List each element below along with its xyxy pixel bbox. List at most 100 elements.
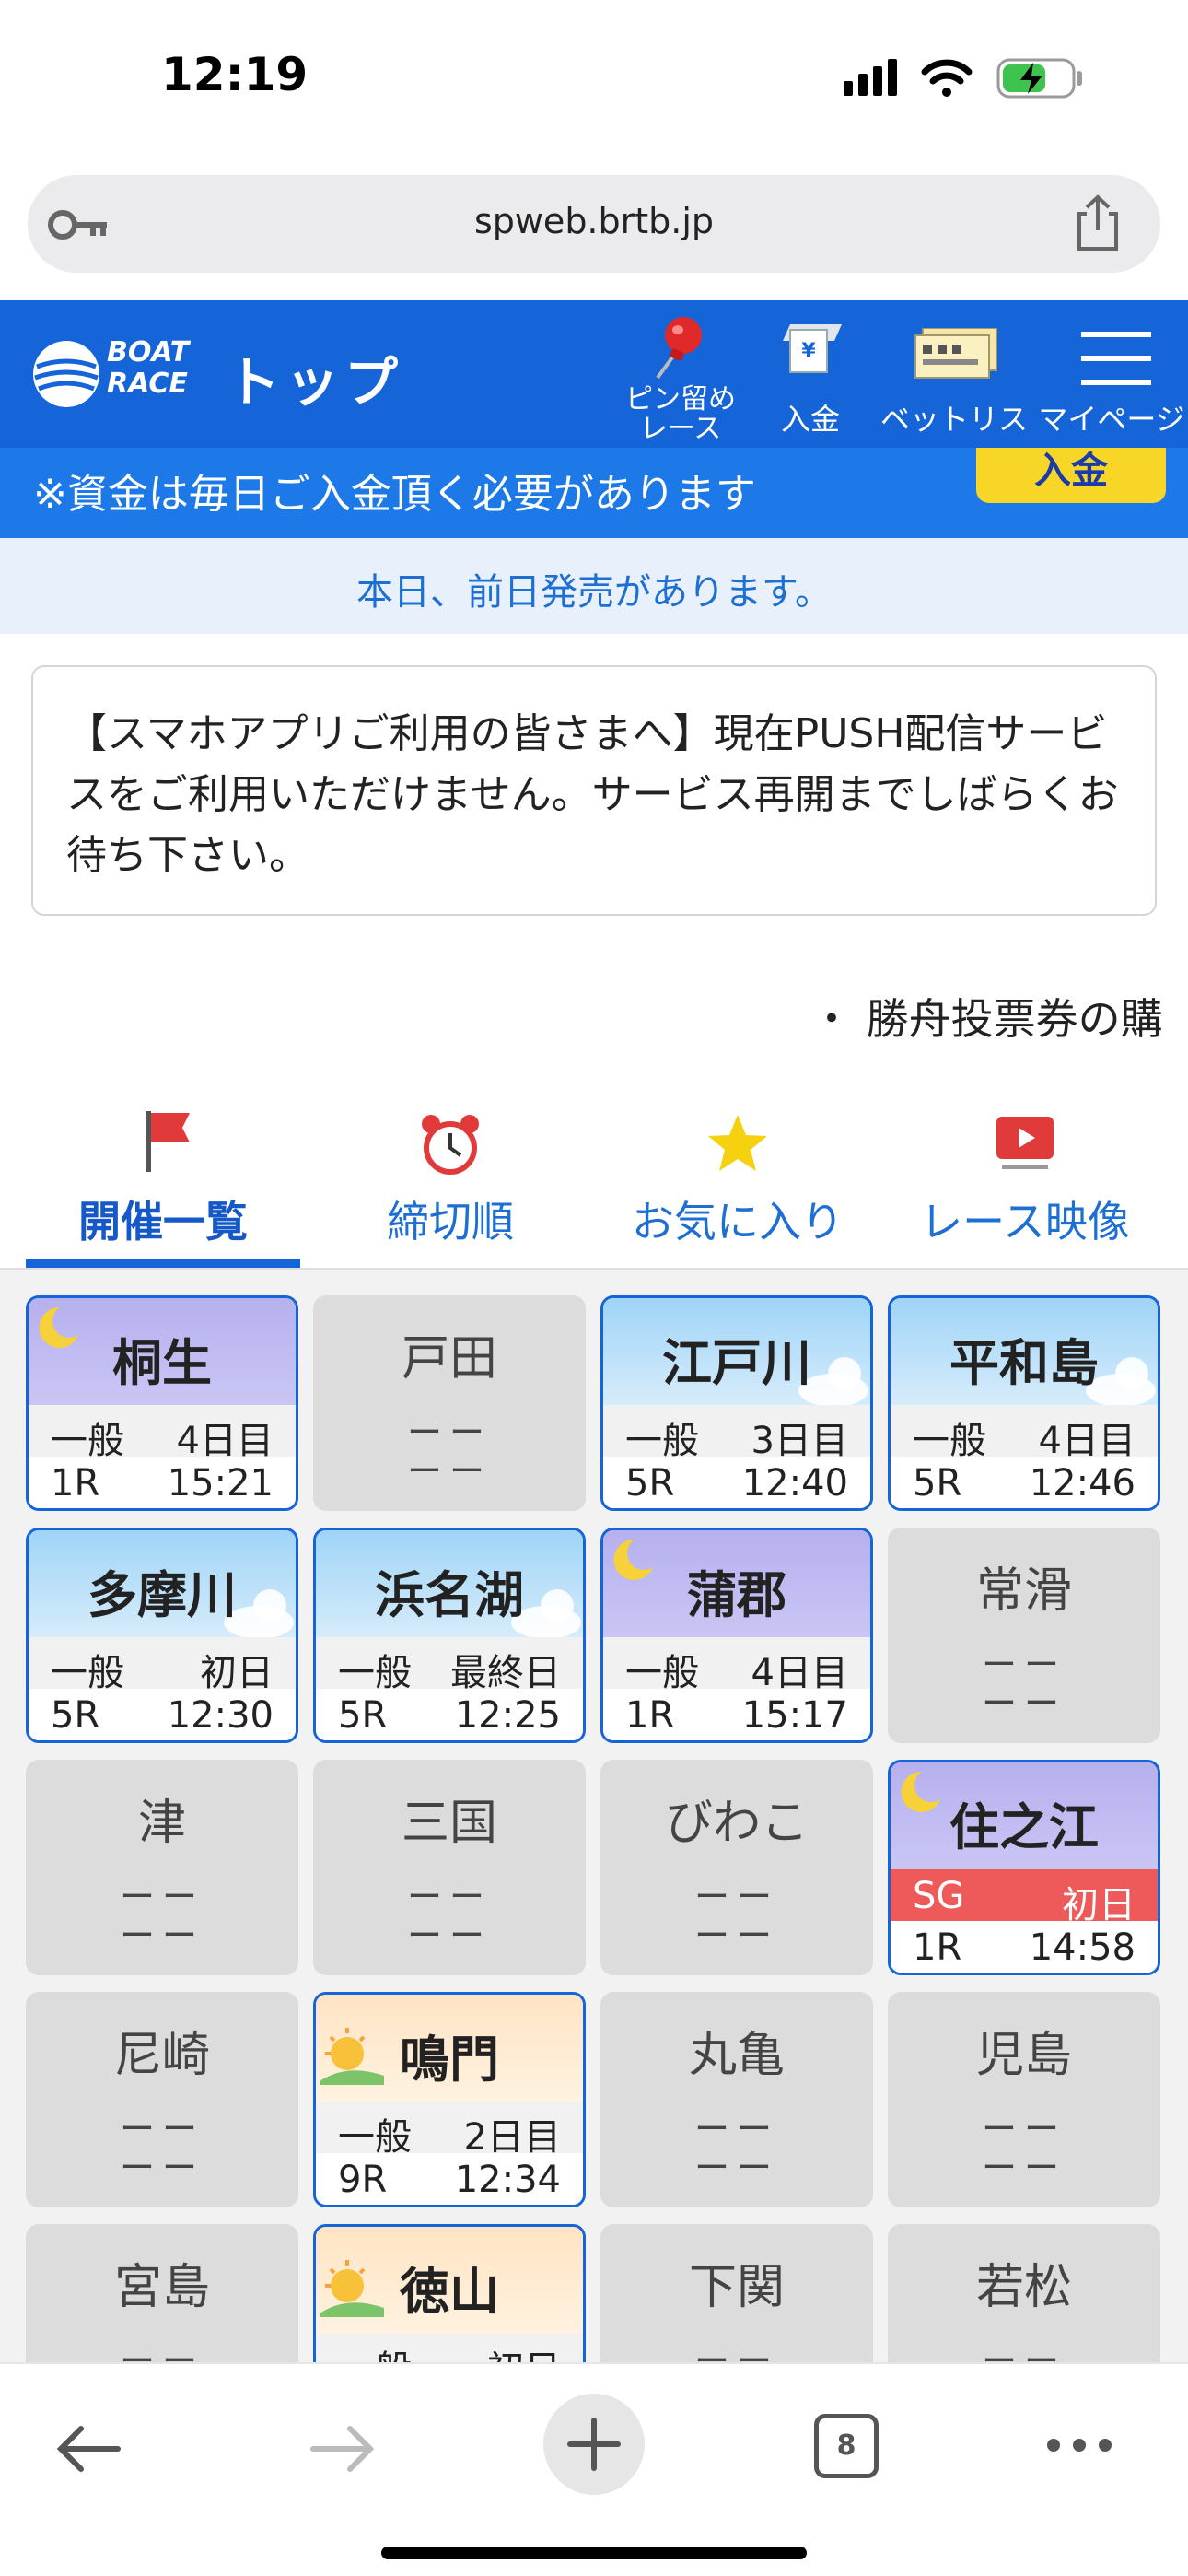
tab-venue-list-label: 開催一覧 xyxy=(78,1197,248,1247)
venue-status-line2: ーー xyxy=(406,1451,492,1492)
tab-count: 8 xyxy=(836,2430,856,2462)
deposit-button[interactable]: 入金 xyxy=(976,448,1166,503)
battery-charging-icon xyxy=(996,58,1082,99)
venue-card-closed[interactable]: 児島 ーー ーー xyxy=(888,1992,1160,2207)
status-time: 12:19 xyxy=(161,48,309,101)
back-arrow-icon[interactable] xyxy=(55,2423,122,2475)
venue-grade-row: 一般 4日目 xyxy=(29,1405,296,1462)
venue-card-closed[interactable]: 宮島ーーーー xyxy=(26,2224,298,2364)
venue-card-open[interactable]: 住之江 SG 初日 1R 14:58 xyxy=(888,1760,1160,1975)
venue-grade-row: 一般初日 xyxy=(29,1637,296,1694)
venue-grade-row: 一般 3日目 xyxy=(603,1405,870,1462)
venue-card-closed[interactable]: 常滑 ーー ーー xyxy=(888,1528,1160,1743)
venue-card-header: 浜名湖 xyxy=(316,1530,583,1637)
venue-grade-row: 一般 2日目 xyxy=(316,2102,583,2159)
venue-status-line2: ーー xyxy=(693,2148,779,2188)
venue-card-closed[interactable]: 戸田 ーー ーー xyxy=(313,1295,586,1511)
venue-name: 徳山 xyxy=(400,2263,499,2321)
venue-race-row: 1R 14:58 xyxy=(891,1921,1158,1973)
venue-card-closed[interactable]: 若松ーーーー xyxy=(888,2224,1160,2364)
tab-venue-list[interactable]: 開催一覧 xyxy=(26,1106,300,1271)
venue-name: 江戸川 xyxy=(662,1334,811,1392)
url-text: spweb.brtb.jp xyxy=(473,201,715,241)
venue-card-open[interactable]: 多摩川 一般 初日 5R 12:30 xyxy=(26,1528,298,1743)
venue-card-header: 住之江 xyxy=(891,1762,1158,1869)
ticket-icon xyxy=(914,328,997,379)
venue-grade-row: 一般 4日目 xyxy=(603,1637,870,1694)
tab-race-video[interactable]: レース映像 xyxy=(888,1106,1162,1271)
venue-card-open[interactable]: 桐生一般 4日目 1R 15:21 xyxy=(26,1295,298,1511)
menu-icon xyxy=(1081,332,1151,385)
news-ticker[interactable]: ・ 勝舟投票券の購 xyxy=(810,986,1163,1047)
venue-name: 常滑 xyxy=(975,1563,1072,1619)
venue-grid: 桐生 一般 4日目 1R 15:21 戸田 ーー ーー 江戸川 一般 3日目 5R 12:40 平和島 一般… xyxy=(0,1270,1188,2364)
venue-card-open[interactable]: 鳴門 一般 2日目 9R 12:34 xyxy=(313,1992,586,2207)
venue-deadline: 15:21 xyxy=(167,1462,274,1505)
venue-name: 丸亀 xyxy=(688,2028,785,2083)
tab-favorites[interactable]: お気に入り xyxy=(600,1106,875,1271)
venue-card-open[interactable]: 平和島 一般 4日目 5R 12:46 xyxy=(888,1295,1160,1511)
venue-card-header: 徳山 xyxy=(316,2227,583,2334)
venue-name: 下関 xyxy=(688,2260,785,2315)
tab-deadline-order[interactable]: 締切順 xyxy=(313,1106,588,1271)
logo-mark-icon xyxy=(33,341,99,407)
venue-deadline: 12:40 xyxy=(741,1462,848,1505)
boat-race-logo[interactable]: BOAT RACE xyxy=(31,337,197,411)
nav-pin-race[interactable]: ピン留め レース xyxy=(611,300,750,448)
venue-card-closed[interactable]: 津ーー ーー xyxy=(26,1760,298,1975)
nav-bet-list[interactable]: ベットリスト xyxy=(875,300,1033,479)
new-tab-button[interactable] xyxy=(543,2394,645,2495)
more-icon[interactable] xyxy=(1046,2436,1112,2454)
venue-deadline: 15:17 xyxy=(741,1694,848,1737)
venue-name: 桐生 xyxy=(112,1334,212,1392)
venue-race-row: 5R 12:25 xyxy=(316,1689,583,1740)
logo-text-race: RACE xyxy=(107,368,188,400)
venue-name: 尼崎 xyxy=(113,2028,210,2083)
pin-icon xyxy=(656,317,702,380)
venue-card-header: 多摩川 xyxy=(29,1530,296,1637)
venue-race: 5R xyxy=(51,1694,100,1737)
venue-status-line2: ーー xyxy=(119,2148,204,2188)
tab-count-button[interactable]: 8 xyxy=(814,2414,879,2478)
venue-name: 三国 xyxy=(401,1796,497,1851)
venue-name: 多摩川 xyxy=(87,1566,237,1624)
tab-race-video-label: レース映像 xyxy=(920,1197,1130,1247)
venue-card-closed[interactable]: 丸亀 ーー ーー xyxy=(600,1992,873,2207)
venue-day: 初日 xyxy=(487,2339,561,2364)
venue-status-line1: ーー xyxy=(981,2341,1066,2364)
nav-my-page[interactable]: マイページ xyxy=(1035,300,1188,448)
venue-name: 津 xyxy=(137,1796,186,1851)
share-icon[interactable] xyxy=(1072,193,1124,252)
info-box: 【スマホアプリご利用の皆さまへ】現在PUSH配信サービスをご利用いただけません。… xyxy=(31,665,1157,916)
nav-pin-race-label: ピン留め レース xyxy=(625,383,736,445)
address-bar[interactable]: spweb.brtb.jp xyxy=(28,175,1160,273)
nav-my-page-label: マイページ xyxy=(1038,402,1185,437)
venue-card-closed[interactable]: 下関ーーーー xyxy=(600,2224,873,2364)
nav-deposit[interactable]: ¥ 入金 xyxy=(755,300,866,448)
venue-race-row: 1R 15:21 xyxy=(29,1457,296,1508)
venue-grade: SG xyxy=(913,1875,965,1917)
venue-card-open[interactable]: 浜名湖 一般 最終日 5R 12:25 xyxy=(313,1528,586,1743)
venue-race: 9R xyxy=(338,2159,388,2201)
venue-card-closed[interactable]: びわこ ーー ーー xyxy=(600,1760,873,1975)
venue-name: 若松 xyxy=(975,2260,1072,2315)
logo-text-boat: BOAT xyxy=(107,336,190,369)
venue-name: 住之江 xyxy=(949,1798,1099,1856)
forward-arrow-icon[interactable] xyxy=(309,2423,376,2475)
venue-card-open[interactable]: 蒲郡 一般 4日目 1R 15:17 xyxy=(600,1528,873,1743)
venue-race-row: 1R 15:17 xyxy=(603,1689,870,1740)
venue-name: 浜名湖 xyxy=(375,1566,524,1624)
venue-deadline: 12:46 xyxy=(1029,1462,1136,1505)
venue-status-line2: ーー xyxy=(981,2148,1066,2188)
wifi-icon xyxy=(921,59,973,97)
venue-card-open[interactable]: 江戸川 一般 3日目 5R 12:40 xyxy=(600,1295,873,1511)
venue-name: 宮島 xyxy=(113,2260,210,2315)
venue-name: 戸田 xyxy=(401,1331,497,1387)
venue-card-header: 桐生 xyxy=(29,1298,296,1405)
venue-race: 1R xyxy=(625,1694,675,1737)
venue-card-closed[interactable]: 尼崎 ーー ーー xyxy=(26,1992,298,2207)
venue-deadline: 12:25 xyxy=(454,1694,561,1737)
venue-card-closed[interactable]: 三国 ーー ーー xyxy=(313,1760,586,1975)
venue-card-open[interactable]: 徳山一般 初日 xyxy=(313,2224,586,2364)
funds-notice-text: ※資金は毎日ご入金頂く必要があります xyxy=(33,471,756,518)
